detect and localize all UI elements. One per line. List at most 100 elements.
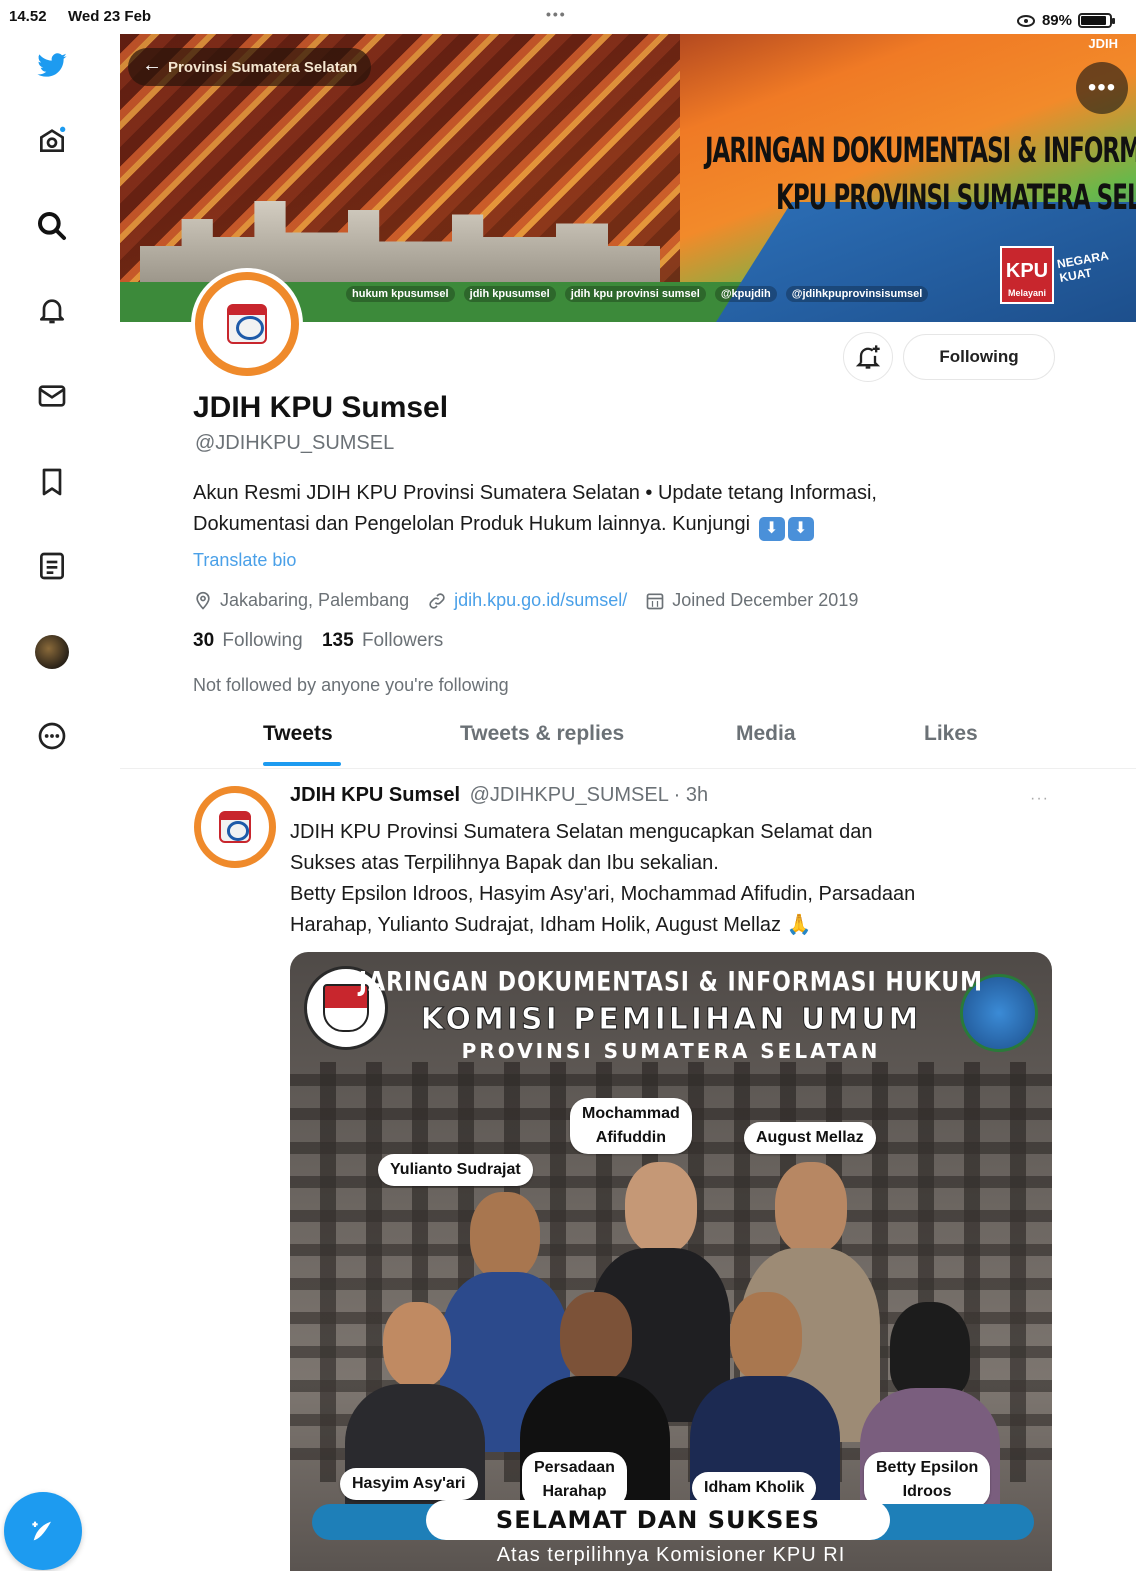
more-circle-icon[interactable] [28, 712, 76, 760]
home-icon[interactable] [28, 116, 76, 164]
profile-name: JDIH KPU Sumsel [193, 391, 449, 424]
following-count: 30 [193, 630, 215, 651]
label-persadaan-line1: Persadaan [534, 1459, 615, 1476]
profile-bio: Akun Resmi JDIH KPU Provinsi Sumatera Se… [193, 478, 1053, 541]
tweet-author-name[interactable]: JDIH KPU Sumsel [290, 784, 460, 806]
link-icon [429, 592, 445, 609]
tweet-jdih-logo-icon [219, 811, 251, 843]
followers-count: 135 [321, 630, 354, 651]
tweet-line-1: JDIH KPU Provinsi Sumatera Selatan mengu… [290, 821, 873, 843]
battery-percent: 89% [1041, 12, 1072, 29]
kpu-sub-text: Melayani [1007, 288, 1047, 298]
sidebar-nav [0, 34, 110, 1571]
active-tab-indicator [263, 762, 341, 766]
tweet-header: JDIH KPU Sumsel @JDIHKPU_SUMSEL · 3h [290, 784, 708, 807]
down-arrow-emoji: ⬇ [758, 517, 785, 541]
status-right: 89% [1016, 12, 1115, 29]
label-mochammad-line2: Afifuddin [595, 1129, 666, 1146]
back-label: Provinsi Sumatera Selatan [168, 58, 358, 76]
banner-more-button[interactable]: ••• [1076, 62, 1128, 114]
profile-joined: Joined December 2019 [645, 590, 858, 611]
compose-tweet-button[interactable] [4, 1492, 82, 1570]
label-yulianto: Yulianto Sudrajat [378, 1154, 533, 1186]
followers-label: Followers [361, 630, 444, 651]
profile-tabs: Tweets Tweets & replies Media Likes [193, 716, 1073, 768]
tweet-line-4: Harahap, Yulianto Sudrajat, Idham Holik,… [290, 914, 812, 936]
tweet-image[interactable]: JARINGAN DOKUMENTASI & INFORMASI HUKUM K… [290, 952, 1052, 1571]
multitask-dots[interactable]: ••• [546, 6, 567, 22]
tab-media[interactable]: Media [736, 722, 796, 746]
bio-line-2: Dokumentasi dan Pengelolan Produk Hukum … [193, 513, 751, 535]
banner-kpu-logo: KPU Melayani NEGARA KUAT [1000, 246, 1118, 308]
label-betty-line2: Idroos [902, 1483, 952, 1500]
banner-socials: hukum kpusumsel jdih kpusumsel jdih kpu … [346, 286, 934, 302]
status-bar: 14.52 Wed 23 Feb ••• 89% [0, 0, 1136, 34]
image-subline: Atas terpilihnya Komisioner KPU RI [496, 1544, 846, 1566]
explore-search-icon[interactable] [28, 202, 76, 250]
tweet-avatar[interactable] [190, 782, 280, 872]
following-button[interactable]: Following [903, 334, 1055, 380]
negara-kuat-text: NEGARA KUAT [1056, 248, 1110, 285]
tweet-line-2: Sukses atas Terpilihnya Bapak dan Ibu se… [290, 852, 719, 874]
twitter-bird-icon[interactable] [28, 42, 76, 90]
tab-tweets[interactable]: Tweets [263, 722, 333, 746]
notifications-bell-icon[interactable] [28, 286, 76, 334]
tweet-more-button[interactable]: ··· [1030, 790, 1049, 808]
following-label: Following [222, 630, 303, 651]
messages-envelope-icon[interactable] [28, 372, 76, 420]
location-text: Jakabaring, Palembang [220, 590, 410, 610]
bio-line-1: Akun Resmi JDIH KPU Provinsi Sumatera Se… [193, 482, 877, 504]
profile-avatar[interactable] [28, 628, 76, 676]
label-mochammad: Mochammad Afifuddin [570, 1098, 692, 1154]
followers-count-link[interactable]: 135 Followers [322, 630, 443, 651]
translate-bio-link[interactable]: Translate bio [193, 550, 296, 571]
lists-icon[interactable] [28, 542, 76, 590]
social-tiktok: @jdihkpuprovinsisumsel [785, 286, 929, 302]
profile-meta: Jakabaring, Palembang jdih.kpu.go.id/sum… [193, 590, 876, 611]
bell-plus-icon [855, 345, 881, 369]
profile-website[interactable]: jdih.kpu.go.id/sumsel/ [427, 590, 627, 611]
jdih-logo-icon [226, 303, 268, 345]
tab-tweets-replies[interactable]: Tweets & replies [460, 722, 624, 746]
following-count-link[interactable]: 30 Following [193, 630, 303, 651]
joined-text: Joined December 2019 [672, 590, 859, 610]
bookmarks-icon[interactable] [28, 458, 76, 506]
back-button[interactable]: ← Provinsi Sumatera Selatan [128, 48, 372, 86]
status-time: 14.52 [9, 8, 47, 25]
social-twitter: @kpujdih [714, 286, 777, 302]
tabs-divider [120, 768, 1136, 769]
website-link[interactable]: jdih.kpu.go.id/sumsel/ [454, 590, 627, 611]
banner-title-line2: KPU PROVINSI SUMATERA SELATAN [776, 179, 1136, 218]
image-title-line2: KOMISI PEMILIHAN UMUM [420, 1002, 922, 1038]
banner-title-line1: JARINGAN DOKUMENTASI & INFORMASI HUKUM (… [705, 132, 1136, 171]
kpu-box-text: KPU [1005, 260, 1049, 282]
location-pin-icon [196, 591, 210, 610]
follow-counts: 30 Following 135 Followers [193, 630, 443, 652]
compose-feather-icon [32, 1521, 51, 1541]
profile-photo[interactable] [191, 268, 303, 380]
profile-location: Jakabaring, Palembang [193, 590, 409, 611]
label-mochammad-line1: Mochammad [582, 1105, 680, 1122]
battery-icon [1078, 13, 1115, 28]
social-youtube: hukum kpusumsel [346, 286, 455, 302]
label-hasyim: Hasyim Asy'ari [340, 1468, 478, 1500]
tab-likes[interactable]: Likes [924, 722, 978, 746]
selamat-text: SELAMAT DAN SUKSES [426, 1500, 890, 1540]
tweet-handle-time: @JDIHKPU_SUMSEL · 3h [469, 784, 709, 806]
notify-bell-button[interactable] [843, 332, 893, 382]
tweet-line-3: Betty Epsilon Idroos, Hasyim Asy'ari, Mo… [290, 883, 916, 905]
screen-lock-icon [1016, 14, 1035, 27]
label-betty-line1: Betty Epsilon [876, 1459, 979, 1476]
label-betty: Betty Epsilon Idroos [864, 1452, 991, 1508]
tweet-text: JDIH KPU Provinsi Sumatera Selatan mengu… [290, 817, 1070, 941]
calendar-icon [646, 593, 664, 609]
profile-handle: @JDIHKPU_SUMSEL [195, 432, 395, 454]
down-arrow-emoji-2: ⬇ [787, 517, 814, 541]
image-title-line1: JARINGAN DOKUMENTASI & INFORMASI HUKUM [358, 967, 984, 998]
back-arrow-icon: ← [142, 54, 162, 76]
not-followed-text: Not followed by anyone you're following [193, 675, 509, 695]
social-facebook: jdih kpu provinsi sumsel [564, 286, 706, 302]
label-august: August Mellaz [744, 1122, 876, 1154]
social-instagram: jdih kpusumsel [463, 286, 556, 302]
banner-jdih-mark: JDIH [1088, 36, 1118, 51]
